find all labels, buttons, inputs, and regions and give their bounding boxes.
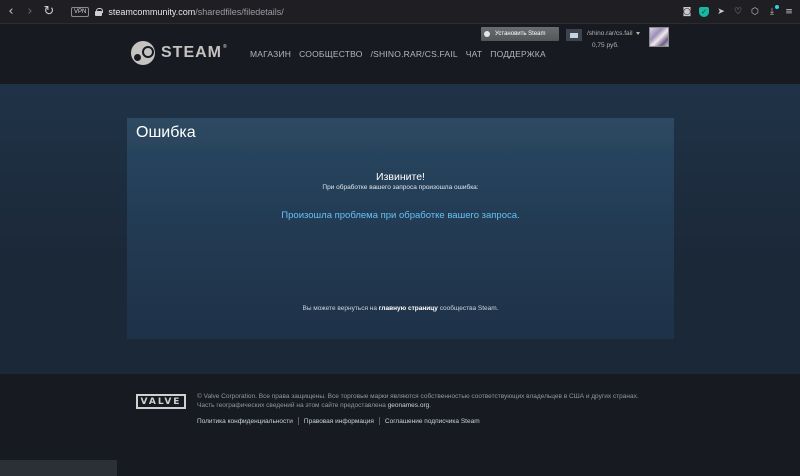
link-divider — [378, 417, 380, 425]
link-divider — [297, 417, 299, 425]
error-message: Произошла проблема при обработке вашего … — [281, 210, 520, 221]
shield-icon[interactable]: ✓ — [699, 7, 709, 17]
taskbar-fragment — [0, 460, 117, 476]
error-subtitle: При обработке вашего запроса произошла о… — [322, 184, 479, 191]
error-heading: Извините! — [376, 171, 425, 183]
browser-extensions: ◙ ✓ ➤ ♡ ⬡ ⤓ ≡ — [682, 0, 794, 24]
copyright-text: © Valve Corporation. Все права защищены.… — [197, 393, 639, 409]
steam-logo-icon — [131, 41, 155, 65]
nav-chat[interactable]: ЧАТ — [466, 49, 482, 59]
return-message: Вы можете вернуться на главную страницу … — [302, 305, 499, 312]
install-steam-button[interactable]: Установить Steam — [481, 27, 559, 41]
chevron-down-icon — [635, 31, 640, 35]
install-steam-label: Установить Steam — [495, 31, 546, 37]
main-nav: МАГАЗИН СООБЩЕСТВО /SHINO.RAR/CS.FAIL ЧА… — [250, 49, 554, 59]
page-title: Ошибка — [136, 124, 196, 141]
home-page-link[interactable]: главную страницу — [379, 305, 438, 312]
nav-support[interactable]: ПОДДЕРЖКА — [490, 49, 546, 59]
url-path: /sharedfiles/filedetails/ — [195, 6, 284, 17]
cube-icon[interactable]: ⬡ — [750, 7, 760, 17]
address-bar[interactable]: steamcommunity.com/sharedfiles/filedetai… — [108, 7, 283, 17]
menu-icon[interactable]: ≡ — [784, 7, 794, 17]
nav-profile[interactable]: /SHINO.RAR/CS.FAIL — [371, 49, 458, 59]
account-dropdown[interactable]: /shino.rar/cs.fail — [587, 30, 640, 37]
download-icon[interactable]: ⤓ — [767, 5, 779, 17]
geonames-link[interactable]: geonames.org — [388, 402, 430, 409]
privacy-policy-link[interactable]: Политика конфиденциальности — [197, 418, 293, 425]
camera-icon[interactable]: ◙ — [682, 7, 692, 17]
envelope-icon[interactable] — [566, 29, 582, 41]
legal-info-link[interactable]: Правовая информация — [304, 418, 374, 425]
error-panel: Извините! При обработке вашего запроса п… — [127, 148, 674, 339]
steam-logo[interactable]: STEAM® — [131, 41, 228, 65]
wallet-balance[interactable]: 0,75 руб. — [592, 42, 619, 49]
nav-community[interactable]: СООБЩЕСТВО — [299, 49, 362, 59]
browser-toolbar: ‹ › ↻ VPN steamcommunity.com/sharedfiles… — [0, 0, 800, 24]
send-icon[interactable]: ➤ — [716, 7, 726, 17]
nav-store[interactable]: МАГАЗИН — [250, 49, 291, 59]
reload-icon[interactable]: ↻ — [41, 0, 57, 24]
avatar[interactable] — [649, 27, 669, 47]
vpn-badge[interactable]: VPN — [71, 6, 90, 17]
forward-icon[interactable]: › — [22, 0, 38, 24]
steam-header: STEAM® МАГАЗИН СООБЩЕСТВО /SHINO.RAR/CS.… — [0, 24, 800, 84]
url-domain: steamcommunity.com — [108, 6, 196, 17]
footer-links: Политика конфиденциальности Правовая инф… — [197, 417, 480, 425]
lock-icon[interactable] — [95, 7, 104, 16]
download-icon — [481, 27, 493, 41]
back-icon[interactable]: ‹ — [3, 0, 19, 24]
subscriber-agreement-link[interactable]: Соглашение подписчика Steam — [385, 418, 480, 425]
footer: VALVE © Valve Corporation. Все права защ… — [0, 374, 800, 476]
heart-icon[interactable]: ♡ — [733, 7, 743, 17]
steam-wordmark: STEAM® — [161, 44, 228, 61]
valve-logo[interactable]: VALVE — [136, 394, 186, 409]
error-header: Ошибка — [127, 118, 674, 148]
